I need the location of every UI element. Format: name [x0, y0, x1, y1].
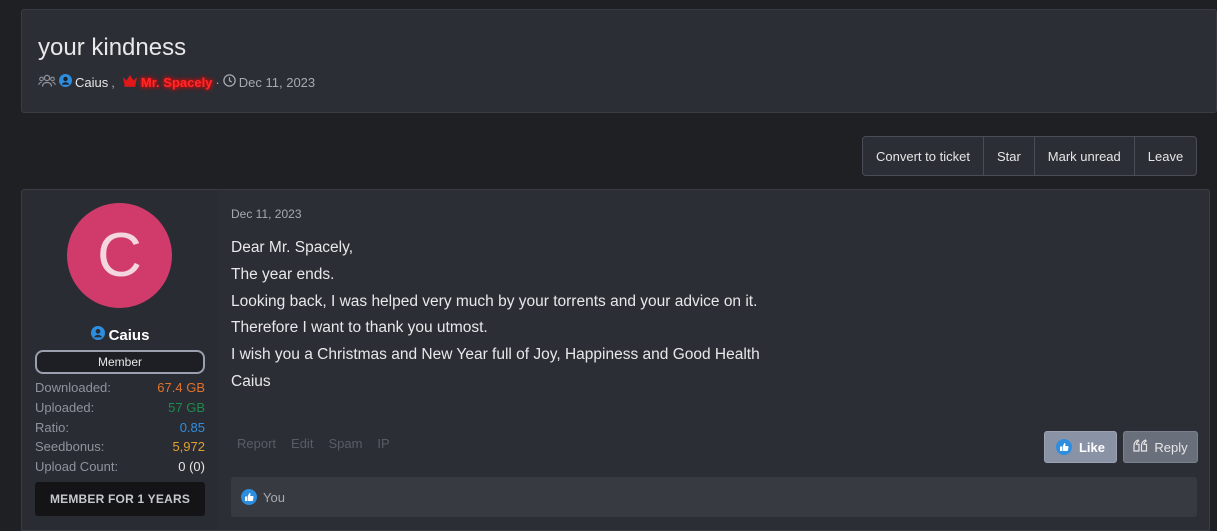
spam-link[interactable]: Spam	[328, 436, 362, 451]
convert-to-ticket-button[interactable]: Convert to ticket	[863, 137, 984, 175]
post-username[interactable]: Caius	[22, 326, 218, 344]
meta-dot: ·	[215, 74, 220, 90]
stat-downloaded: Downloaded: 67.4 GB	[35, 378, 205, 398]
users-icon	[38, 74, 56, 91]
username-label: Caius	[108, 326, 150, 344]
user-circle-icon	[90, 326, 105, 344]
post-line: Looking back, I was helped very much by …	[231, 292, 758, 310]
stat-value: 0 (0)	[178, 459, 205, 475]
post-date[interactable]: Dec 11, 2023	[231, 207, 302, 221]
edit-link[interactable]: Edit	[291, 436, 313, 451]
clock-icon	[223, 74, 236, 90]
stat-label: Upload Count:	[35, 459, 119, 475]
likes-summary: You	[231, 477, 1197, 517]
avatar[interactable]: C	[67, 203, 172, 308]
star-button[interactable]: Star	[984, 137, 1035, 175]
thread-header: your kindness Caius, Mr. Spacely · Dec 1…	[21, 9, 1217, 113]
message-post: C Caius Member Downloaded: 67.4 GB Uploa…	[21, 189, 1210, 531]
stat-uploaded: Uploaded: 57 GB	[35, 398, 205, 418]
likes-list-link[interactable]: You	[263, 490, 285, 505]
mark-unread-button[interactable]: Mark unread	[1035, 137, 1135, 175]
post-line: Dear Mr. Spacely,	[231, 239, 354, 256]
stat-upload-count: Upload Count: 0 (0)	[35, 457, 205, 477]
participant-mr-spacely[interactable]: Mr. Spacely	[141, 75, 213, 90]
thread-meta: Caius, Mr. Spacely · Dec 11, 2023	[38, 72, 315, 92]
user-info-column: C Caius Member Downloaded: 67.4 GB Uploa…	[22, 190, 218, 530]
crown-icon	[122, 74, 138, 90]
leave-button[interactable]: Leave	[1135, 137, 1196, 175]
stat-value: 67.4 GB	[157, 380, 205, 395]
post-line: Caius	[231, 372, 271, 390]
stat-label: Downloaded:	[35, 380, 111, 395]
post-footer-links: Report Edit Spam IP	[237, 436, 390, 451]
thread-title: your kindness	[38, 34, 187, 61]
like-button[interactable]: Like	[1044, 431, 1117, 463]
ip-link[interactable]: IP	[377, 436, 389, 451]
reply-label: Reply	[1154, 439, 1188, 455]
like-label: Like	[1078, 439, 1105, 455]
post-body: Dear Mr. Spacely, The year ends. Looking…	[231, 235, 760, 396]
post-line: Therefore I want to thank you utmost.	[231, 319, 488, 337]
report-link[interactable]: Report	[237, 436, 276, 451]
stat-value: 57 GB	[168, 399, 205, 415]
thread-date: Dec 11, 2023	[238, 74, 316, 90]
reply-button[interactable]: Reply	[1123, 431, 1198, 463]
participant-caius[interactable]: Caius	[75, 75, 108, 90]
user-circle-icon	[59, 74, 72, 90]
stat-value: 0.85	[179, 419, 205, 435]
stat-seedbonus: Seedbonus: 5,972	[35, 437, 205, 457]
quote-icon	[1133, 439, 1148, 455]
role-badge: Member	[35, 350, 205, 374]
stat-label: Seedbonus:	[35, 439, 105, 455]
thumbs-up-icon	[241, 489, 257, 505]
thread-actions: Convert to ticket Star Mark unread Leave	[862, 136, 1198, 176]
stat-label: Uploaded:	[35, 399, 95, 415]
stat-value: 5,972	[172, 439, 205, 455]
member-duration-badge: MEMBER FOR 1 YEARS	[35, 482, 205, 516]
post-line: The year ends.	[231, 265, 335, 283]
post-line: I wish you a Christmas and New Year full…	[231, 346, 760, 364]
participant-separator: ,	[111, 74, 115, 90]
user-stats: Downloaded: 67.4 GB Uploaded: 57 GB Rati…	[35, 378, 205, 477]
stat-label: Ratio:	[35, 419, 69, 435]
thumbs-up-icon	[1055, 439, 1072, 455]
stat-ratio: Ratio: 0.85	[35, 418, 205, 438]
